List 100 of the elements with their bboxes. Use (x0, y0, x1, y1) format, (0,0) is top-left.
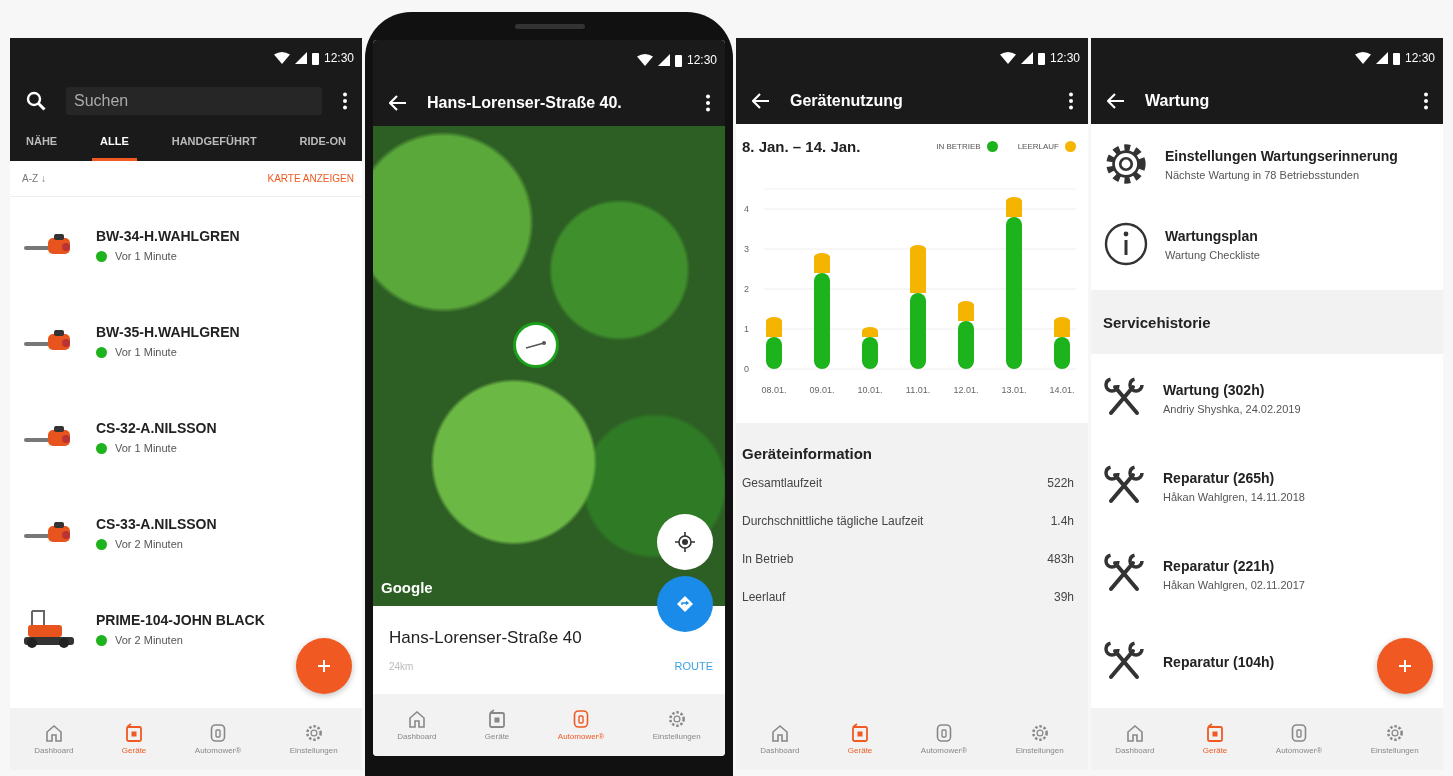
sort-button[interactable]: A-Z ↓ (22, 173, 46, 184)
nav-tab[interactable]: Einstellungen (1368, 721, 1421, 757)
show-map-link[interactable]: KARTE ANZEIGEN (267, 173, 354, 184)
history-item[interactable]: Reparatur (104h) (1091, 618, 1443, 706)
signal-icon (1375, 52, 1388, 64)
battery-icon (1392, 51, 1400, 65)
trimmer-icon (524, 340, 548, 350)
add-button[interactable] (1377, 638, 1433, 694)
section-title: Geräteinformation (742, 445, 874, 462)
wifi-icon (273, 52, 290, 64)
nav-tab[interactable]: Dashboard (395, 707, 439, 743)
section-header: Servicehistorie (1091, 290, 1443, 354)
wifi-icon (999, 52, 1016, 64)
category-tab[interactable]: NÄHE (18, 124, 66, 161)
search-field[interactable]: Suchen (66, 87, 322, 115)
x-tick-label: 12.01. (953, 385, 979, 395)
running-bar (1054, 337, 1070, 369)
signal-icon (1020, 52, 1033, 64)
date-range: 8. Jan. – 14. Jan. (742, 138, 861, 155)
history-item[interactable]: Wartung (302h) Andriy Shyshka, 24.02.2019 (1091, 354, 1443, 442)
running-bar (862, 337, 878, 369)
x-tick-label: 09.01. (809, 385, 835, 395)
more-icon[interactable] (705, 94, 711, 112)
history-item[interactable]: Reparatur (265h) Håkan Wahlgren, 14.11.2018 (1091, 442, 1443, 530)
status-time: 12:30 (1404, 51, 1435, 65)
info-value: 522h (1047, 476, 1074, 492)
signal-icon (294, 52, 307, 64)
y-tick-label: 0 (744, 364, 749, 374)
settings-icon (1384, 723, 1405, 743)
distance-label: 24km (389, 660, 414, 672)
idle-bar (1006, 197, 1022, 217)
running-bar (766, 337, 782, 369)
wifi-icon (1354, 52, 1371, 64)
robot-mower-icon (208, 723, 228, 743)
nav-tab[interactable]: Geräte (119, 721, 149, 757)
nav-tab[interactable]: Einstellungen (287, 721, 340, 757)
idle-bar (910, 245, 926, 293)
running-bar (958, 321, 974, 369)
nav-tab[interactable]: Automower® (192, 721, 244, 757)
status-time: 12:30 (686, 53, 717, 67)
nav-tab[interactable]: Dashboard (32, 721, 76, 757)
settings-item[interactable]: Wartungsplan Wartung Checkliste (1091, 204, 1443, 284)
device-name: CS-32-A.NILSSON (96, 420, 217, 436)
settings-icon (666, 709, 687, 729)
device-icon (124, 723, 145, 743)
info-icon (1103, 221, 1149, 267)
battery-icon (674, 53, 682, 67)
x-tick-label: 08.01. (761, 385, 787, 395)
more-icon[interactable] (1423, 92, 1429, 110)
nav-tab[interactable]: Dashboard (758, 721, 802, 757)
info-label: In Betrieb (742, 552, 794, 568)
last-seen: Vor 1 Minute (115, 250, 177, 262)
locate-button[interactable] (657, 514, 713, 570)
history-item[interactable]: Reparatur (221h) Håkan Wahlgren, 02.11.2017 (1091, 530, 1443, 618)
directions-button[interactable] (657, 576, 713, 632)
nav-tab[interactable]: Automower® (918, 721, 970, 757)
idle-bar (766, 317, 782, 337)
back-icon[interactable] (752, 93, 770, 109)
x-tick-label: 14.01. (1049, 385, 1075, 395)
more-icon[interactable] (1068, 92, 1074, 110)
info-value: 483h (1047, 552, 1074, 568)
home-icon (43, 723, 64, 743)
idle-bar (958, 301, 974, 321)
address-title: Hans-Lorenser-Straße 40 (389, 628, 583, 648)
nav-tab[interactable]: Automower® (1273, 721, 1325, 757)
route-link[interactable]: ROUTE (674, 660, 713, 672)
x-tick-label: 10.01. (857, 385, 883, 395)
category-tab[interactable]: RIDE-ON (291, 124, 354, 161)
robot-mower-icon (934, 723, 954, 743)
status-time: 12:30 (1049, 51, 1080, 65)
nav-tab[interactable]: Dashboard (1113, 721, 1157, 757)
idle-bar (862, 327, 878, 337)
back-icon[interactable] (389, 95, 407, 111)
search-icon[interactable] (26, 91, 46, 111)
nav-tab[interactable]: Einstellungen (650, 707, 703, 743)
home-icon (406, 709, 427, 729)
nav-tab[interactable]: Geräte (1200, 721, 1230, 757)
robot-mower-icon (1289, 723, 1309, 743)
screen-title: Hans-Lorenser-Straße 40. (427, 94, 623, 112)
more-icon[interactable] (342, 92, 348, 110)
add-button[interactable] (296, 638, 352, 694)
nav-tab[interactable]: Geräte (482, 707, 512, 743)
map-attribution: Google (381, 579, 433, 596)
satellite-map-placeholder[interactable]: Google (373, 126, 725, 606)
info-value: 1.4h (1050, 514, 1074, 530)
map-marker[interactable] (513, 322, 559, 368)
screen-title: Gerätenutzung (790, 92, 904, 110)
crosshair-icon (674, 531, 696, 553)
info-label: Leerlauf (742, 590, 786, 606)
nav-tab[interactable]: Geräte (845, 721, 875, 757)
nav-tab[interactable]: Einstellungen (1013, 721, 1066, 757)
category-tab[interactable]: ALLE (92, 124, 137, 161)
category-tab[interactable]: HANDGEFÜHRT (163, 124, 265, 161)
y-tick-label: 1 (744, 324, 749, 334)
back-icon[interactable] (1107, 93, 1125, 109)
device-icon (487, 709, 508, 729)
settings-item[interactable]: Einstellungen Wartungserinnerung Nächste Wartung in 78 Betriebsstunden (1091, 124, 1443, 204)
nav-tab[interactable]: Automower® (555, 707, 607, 743)
last-seen: Vor 2 Minuten (115, 538, 183, 550)
home-icon (1124, 723, 1145, 743)
